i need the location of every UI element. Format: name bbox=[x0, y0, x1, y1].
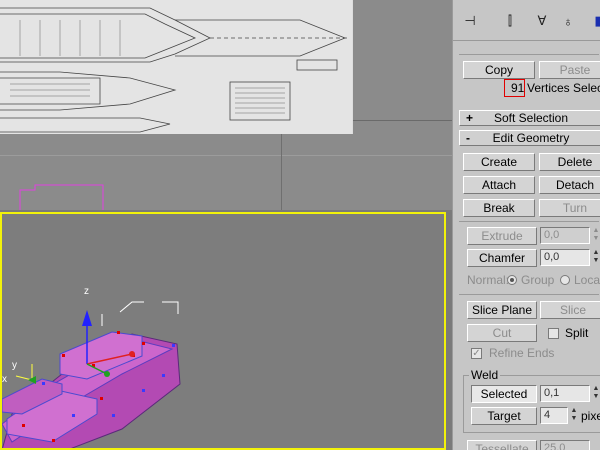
edit-geometry-rollout[interactable]: - Edit Geometry bbox=[459, 130, 600, 146]
delete-button[interactable]: Delete bbox=[539, 153, 600, 171]
refine-ends-checkbox[interactable]: ✓ bbox=[471, 348, 482, 359]
rollout-title: Edit Geometry bbox=[492, 131, 570, 145]
normal-label: Normal: bbox=[467, 273, 510, 287]
rollout-title: Soft Selection bbox=[493, 111, 569, 125]
tessellate-tension-field[interactable]: 25,0 bbox=[540, 440, 590, 450]
ship-model bbox=[2, 301, 181, 448]
normal-local-radio[interactable] bbox=[560, 275, 570, 285]
pin-stack-icon[interactable]: ⊣ bbox=[459, 10, 481, 32]
attach-button[interactable]: Attach bbox=[463, 176, 535, 194]
soft-selection-rollout[interactable]: + Soft Selection bbox=[459, 110, 600, 126]
perspective-viewport[interactable]: z y x bbox=[0, 212, 446, 450]
divider bbox=[459, 54, 599, 55]
break-button[interactable]: Break bbox=[463, 199, 535, 217]
modify-command-panel: ⊣ ⫿ ∀ ♁ ▮ Copy Paste 91 Vertices Selecte… bbox=[452, 0, 600, 450]
modifier-stack-toolbar: ⊣ ⫿ ∀ ♁ ▮ bbox=[453, 0, 600, 41]
extrude-amount-field[interactable]: 0,0 bbox=[540, 227, 590, 244]
pixels-label: pixels bbox=[581, 409, 600, 423]
weld-group-title: Weld bbox=[469, 368, 501, 382]
group-label: Group bbox=[521, 273, 555, 287]
axis-x-label: x bbox=[2, 374, 7, 385]
make-unique-icon[interactable]: ∀ bbox=[531, 10, 553, 32]
split-checkbox[interactable] bbox=[548, 328, 559, 339]
spinner-arrows-icon[interactable]: ▲ ▼ bbox=[570, 407, 578, 424]
extrude-button[interactable]: Extrude bbox=[467, 227, 537, 245]
slice-plane-button[interactable]: Slice Plane bbox=[467, 301, 537, 319]
selection-status-text: Vertices Selected bbox=[527, 81, 600, 95]
target-pixels-field[interactable]: 4 bbox=[540, 407, 568, 424]
cut-button[interactable]: Cut bbox=[467, 324, 537, 342]
refine-ends-label: Refine Ends bbox=[489, 346, 555, 360]
show-end-result-icon[interactable]: ⫿ bbox=[499, 10, 521, 32]
remove-modifier-icon[interactable]: ♁ bbox=[557, 10, 579, 32]
top-viewport[interactable] bbox=[0, 0, 452, 210]
normal-group-radio[interactable] bbox=[507, 275, 517, 285]
divider bbox=[459, 221, 599, 222]
local-label: Local bbox=[574, 273, 600, 287]
turn-button[interactable]: Turn bbox=[539, 199, 600, 217]
axis-z-label: z bbox=[84, 286, 89, 297]
configure-sets-icon[interactable]: ▮ bbox=[587, 10, 600, 32]
chamfer-amount-field[interactable]: 0,0 bbox=[540, 249, 590, 266]
split-label: Split bbox=[565, 326, 589, 340]
spinner-arrows-icon[interactable]: ▲ ▼ bbox=[592, 249, 600, 266]
create-button[interactable]: Create bbox=[463, 153, 535, 171]
weld-threshold-field[interactable]: 0,1 bbox=[540, 385, 590, 402]
detach-button[interactable]: Detach bbox=[539, 176, 600, 194]
weld-target-button[interactable]: Target bbox=[471, 407, 537, 425]
paste-button[interactable]: Paste bbox=[539, 61, 600, 79]
tessellate-button[interactable]: Tessellate bbox=[467, 440, 537, 450]
copy-button[interactable]: Copy bbox=[463, 61, 535, 79]
selection-outline bbox=[19, 184, 104, 210]
axis-y-label: y bbox=[12, 360, 17, 371]
selection-count: 91 bbox=[511, 81, 525, 95]
chamfer-button[interactable]: Chamfer bbox=[467, 249, 537, 267]
spinner-arrows-icon[interactable]: ▲ ▼ bbox=[592, 385, 600, 402]
divider bbox=[459, 294, 599, 295]
weld-selected-button[interactable]: Selected bbox=[471, 385, 537, 403]
slice-button[interactable]: Slice bbox=[540, 301, 600, 319]
spinner-arrows-icon[interactable]: ▲ ▼ bbox=[592, 227, 600, 244]
